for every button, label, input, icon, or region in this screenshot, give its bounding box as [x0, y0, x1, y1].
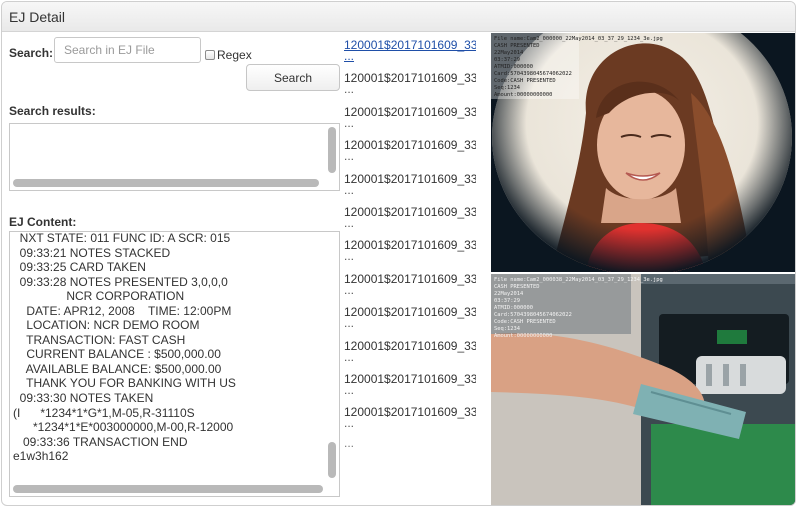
ej-content-line: NCR CORPORATION [13, 289, 185, 304]
camera-overlay-line: Amount:00000000000 [494, 92, 553, 98]
search-input[interactable] [54, 37, 201, 63]
ej-file-name: 120001$2017101609_33 [344, 104, 476, 119]
camera-overlay-line: Card:5704398045674062022 [494, 312, 572, 318]
ej-file-name: 120001$2017101609_33 [344, 338, 476, 353]
camera-overlay-line: 22May2014 [494, 50, 524, 56]
camera-image-cash-dispenser[interactable]: File name:Cam2_000038_22May2014_03_37_29… [491, 274, 795, 505]
ej-file-name: 120001$2017101609_33 [344, 371, 476, 386]
ej-file-link[interactable]: 120001$2017101609_33... [344, 138, 476, 171]
ej-file-ellipsis: ... [344, 149, 355, 164]
camera-overlay-line: CASH PRESENTED [494, 284, 540, 290]
ej-file-ellipsis: ... [344, 382, 355, 397]
camera-overlay-line: File name:Cam2_000038_22May2014_03_37_29… [494, 277, 663, 283]
ej-file-name: 120001$2017101609_33 [344, 38, 476, 52]
regex-label: Regex [217, 48, 252, 62]
camera-overlay-line: File name:Cam2_000000_22May2014_03_37_29… [494, 36, 663, 42]
ej-file-ellipsis: ... [344, 215, 355, 230]
results-horizontal-scrollbar[interactable] [13, 179, 319, 187]
ej-content-line: 09:33:21 NOTES STACKED [13, 245, 171, 260]
ej-file-name: 120001$2017101609_33 [344, 138, 476, 153]
ej-file-link[interactable]: 120001$2017101609_33... [344, 71, 476, 104]
ej-content-text-area[interactable]: NXT STATE: 011 FUNC ID: A SCR: 015 09:33… [9, 231, 340, 497]
ej-content-line: TRANSACTION: FAST CASH [13, 332, 186, 347]
camera-overlay-line: Card:5704398045674062022 [494, 71, 572, 77]
ej-file-ellipsis: ... [344, 182, 355, 197]
camera-overlay-line: ATMID:000000 [494, 64, 533, 70]
camera-overlay-line: Code:CASH PRESENTED [494, 319, 556, 325]
ej-file-name: 120001$2017101609_33 [344, 238, 476, 253]
ej-file-link[interactable]: 120001$2017101609_33... [344, 405, 476, 438]
ej-file-name: 120001$2017101609_33 [344, 71, 476, 86]
ej-file-ellipsis: ... [344, 82, 355, 97]
ej-file-name: 120001$2017101609_33 [344, 405, 476, 420]
ej-detail-panel: EJ Detail Search: Regex Search Search re… [1, 1, 796, 506]
camera-overlay-line: CASH PRESENTED [494, 43, 540, 49]
ej-file-link[interactable]: 120001$2017101609_33... [344, 305, 476, 338]
ej-file-link[interactable]: 120001$2017101609_33... [344, 238, 476, 271]
ej-content-line: e1w3h162 [13, 449, 69, 464]
ej-content-line: *1234*1*E*003000000,M-00,R-12000 [13, 420, 234, 435]
ej-content-line: (I *1234*1*G*1,M-05,R-31110S [13, 405, 195, 420]
camera-image-customer[interactable]: File name:Cam2_000000_22May2014_03_37_29… [491, 33, 795, 272]
ej-file-link[interactable]: 120001$2017101609_33... [344, 339, 476, 372]
camera-overlay-line: 03:37:29 [494, 298, 520, 304]
camera-overlay-line: ATMID:000000 [494, 305, 533, 311]
ej-file-name: 120001$2017101609_33 [344, 204, 476, 219]
search-results-label: Search results: [9, 104, 96, 118]
camera-overlay-line: Code:CASH PRESENTED [494, 78, 556, 84]
content-vertical-scrollbar[interactable] [328, 442, 336, 478]
ej-content-line: 09:33:36 TRANSACTION END [13, 434, 188, 449]
panel-title: EJ Detail [9, 9, 66, 25]
ej-content-line: DATE: APR12, 2008 TIME: 12:00PM [13, 303, 232, 318]
ej-content-line: LOCATION: NCR DEMO ROOM [13, 318, 200, 333]
ej-content-line: AVAILABLE BALANCE: $500,000.00 [13, 361, 222, 376]
ej-content-line: 09:33:30 NOTES TAKEN [13, 391, 154, 406]
camera-overlay-line: 03:37:29 [494, 57, 520, 63]
ej-content-line: 09:33:25 CARD TAKEN [13, 260, 146, 275]
ej-content-lines: NXT STATE: 011 FUNC ID: A SCR: 015 09:33… [13, 231, 323, 464]
ej-file-name: 120001$2017101609_33 [344, 305, 476, 320]
ej-file-name: 120001$2017101609_33 [344, 271, 476, 286]
camera-overlay-line: Seq:1234 [494, 326, 520, 332]
camera-overlay-line: Amount:00000000000 [494, 333, 553, 339]
ej-file-link[interactable]: 120001$2017101609_33... [344, 105, 476, 138]
ej-file-ellipsis: ... [344, 115, 355, 130]
content-horizontal-scrollbar[interactable] [13, 485, 323, 493]
camera-overlay-text: File name:Cam2_000000_22May2014_03_37_29… [494, 36, 663, 99]
ej-file-ellipsis: ... [344, 349, 355, 364]
camera-overlay-line: Seq:1234 [494, 85, 520, 91]
search-button[interactable]: Search [246, 64, 340, 91]
regex-checkbox[interactable] [205, 50, 215, 60]
ej-file-ellipsis: ... [344, 49, 355, 63]
ej-file-ellipsis: ... [344, 316, 355, 331]
camera-overlay-line: 22May2014 [494, 291, 524, 297]
ej-file-link[interactable]: 120001$2017101609_33... [344, 172, 476, 205]
results-vertical-scrollbar[interactable] [328, 127, 336, 173]
search-results-list[interactable] [9, 123, 340, 191]
ej-file-list-tail: ... [344, 435, 355, 450]
ej-file-ellipsis: ... [344, 249, 355, 264]
camera-overlay-text: File name:Cam2_000038_22May2014_03_37_29… [494, 277, 663, 340]
ej-file-name: 120001$2017101609_33 [344, 171, 476, 186]
search-label: Search: [9, 46, 54, 60]
ej-content-line: CURRENT BALANCE : $500,000.00 [13, 347, 221, 362]
ej-file-link[interactable]: 120001$2017101609_33... [344, 272, 476, 305]
ej-content-line: NXT STATE: 011 FUNC ID: A SCR: 015 [13, 231, 231, 245]
ej-file-link[interactable]: 120001$2017101609_33... [344, 372, 476, 405]
ej-content-label: EJ Content: [9, 215, 77, 229]
ej-file-ellipsis: ... [344, 416, 355, 431]
ej-file-ellipsis: ... [344, 282, 355, 297]
ej-file-link[interactable]: 120001$2017101609_33... [344, 205, 476, 238]
ej-file-link[interactable]: 120001$2017101609_33... [344, 38, 476, 71]
ej-content-line: 09:33:28 NOTES PRESENTED 3,0,0,0 [13, 274, 228, 289]
ej-file-list: 120001$2017101609_33... 120001$2017101609… [344, 38, 476, 450]
ej-content-line: THANK YOU FOR BANKING WITH US [13, 376, 236, 391]
panel-header: EJ Detail [2, 2, 795, 32]
